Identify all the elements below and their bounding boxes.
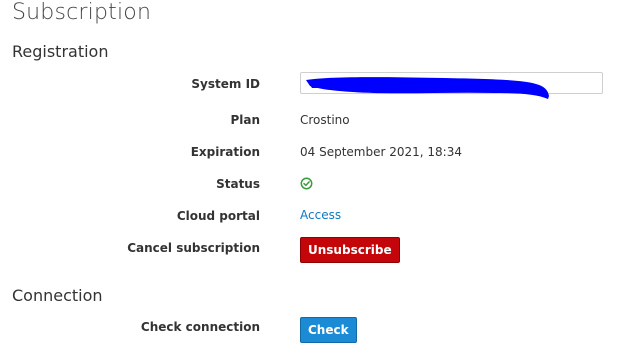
- unsubscribe-button[interactable]: Unsubscribe: [300, 237, 400, 263]
- status-label: Status: [216, 177, 260, 191]
- redaction-scribble: [306, 77, 549, 99]
- expiration-label: Expiration: [190, 145, 260, 159]
- check-circle-icon: [300, 177, 313, 190]
- cloud-portal-label: Cloud portal: [176, 209, 260, 223]
- expiration-value: 04 September 2021, 18:34: [300, 145, 462, 159]
- plan-label: Plan: [230, 113, 260, 127]
- plan-value: Crostino: [300, 113, 350, 127]
- check-connection-label: Check connection: [140, 320, 260, 334]
- system-id-label: System ID: [191, 77, 260, 91]
- connection-heading: Connection: [12, 286, 103, 305]
- page-title: Subscription: [12, 0, 152, 25]
- cancel-subscription-label: Cancel subscription: [127, 241, 260, 255]
- access-link[interactable]: Access: [300, 208, 341, 222]
- registration-heading: Registration: [12, 42, 109, 61]
- subscription-page: Subscription Registration System ID Plan…: [0, 0, 617, 360]
- check-button[interactable]: Check: [300, 317, 357, 343]
